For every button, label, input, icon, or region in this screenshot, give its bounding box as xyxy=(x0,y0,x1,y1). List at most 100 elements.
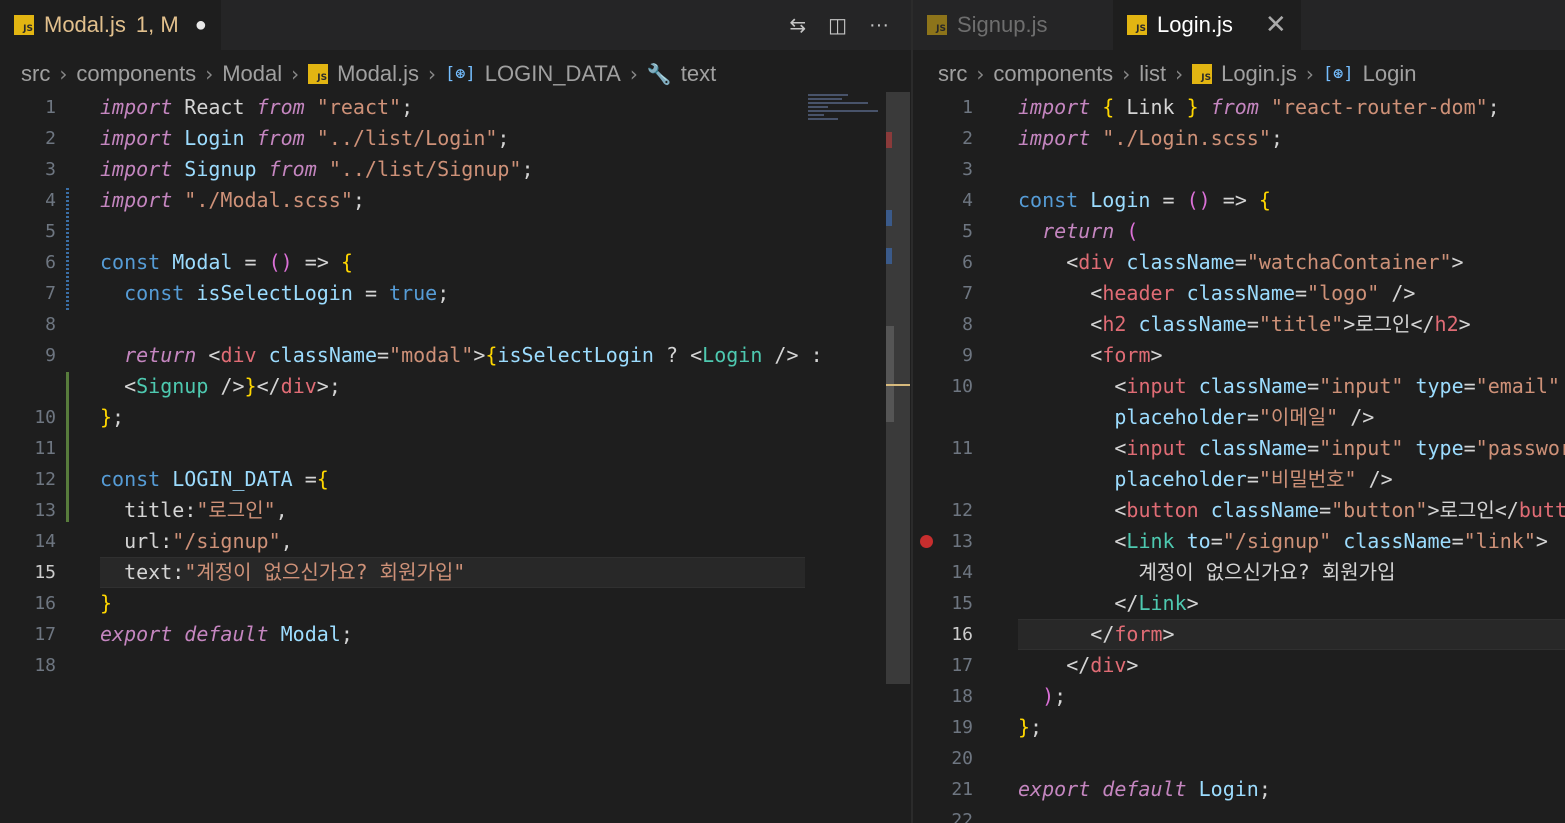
chevron-right-icon: › xyxy=(629,62,638,86)
code-line[interactable]: 18 xyxy=(0,650,911,681)
code-line[interactable]: 4 import "./Modal.scss"; xyxy=(0,185,911,216)
line-number: 6 xyxy=(962,252,973,273)
tab-modal-js[interactable]: JS Modal.js 1, M ● xyxy=(0,0,221,50)
line-number: 17 xyxy=(951,655,973,676)
line-number: 6 xyxy=(45,252,56,273)
line-number: 15 xyxy=(34,562,56,583)
breadcrumb: src › components › list › JS Login.js › … xyxy=(913,50,1565,98)
code-line[interactable]: 17 </div> xyxy=(913,650,1565,681)
chevron-right-icon: › xyxy=(976,62,985,86)
line-number: 19 xyxy=(951,717,973,738)
code-line[interactable]: 3 import Signup from "../list/Signup"; xyxy=(0,154,911,185)
code-line[interactable]: 8 xyxy=(0,309,911,340)
breadcrumb-item[interactable]: Modal.js xyxy=(337,61,419,87)
code-text: import React from "react"; xyxy=(100,95,414,119)
code-line[interactable]: 22 xyxy=(913,805,1565,823)
breadcrumb-item[interactable]: Login xyxy=(1363,61,1417,87)
code-line[interactable]: 11 <input className="input" type="passwo… xyxy=(913,433,1565,464)
tab-signup-js[interactable]: JS Signup.js xyxy=(913,0,1113,50)
more-actions-icon[interactable]: ··· xyxy=(869,14,889,37)
code-line[interactable]: 15 text:"계정이 없으신가요? 회원가입" xyxy=(0,557,911,588)
git-change-marker[interactable] xyxy=(66,188,69,250)
scrollbar[interactable] xyxy=(886,92,910,684)
code-line[interactable]: 20 xyxy=(913,743,1565,774)
scrollbar-change-marker xyxy=(886,210,892,226)
code-line[interactable]: 13 <Link to="/signup" className="link"> xyxy=(913,526,1565,557)
code-line[interactable]: 12 <button className="button">로그인</butto… xyxy=(913,495,1565,526)
code-line[interactable]: 19}; xyxy=(913,712,1565,743)
code-text: }; xyxy=(1018,715,1043,739)
git-change-marker[interactable] xyxy=(66,248,69,310)
code-editor[interactable]: 1 import { Link } from "react-router-dom"… xyxy=(913,92,1565,823)
code-text: } xyxy=(100,591,113,615)
code-text: <div className="watchaContainer"> xyxy=(1066,250,1464,274)
code-line[interactable]: 17 export default Modal; xyxy=(0,619,911,650)
code-text: 계정이 없으신가요? 회원가입 xyxy=(1138,560,1396,584)
code-text: const isSelectLogin = true; xyxy=(124,281,450,305)
code-line[interactable]: 9 return <div className="modal">{isSelec… xyxy=(0,340,911,371)
breadcrumb-item[interactable]: src xyxy=(938,61,967,87)
breadcrumb-item[interactable]: text xyxy=(681,61,716,87)
code-line[interactable]: 15 </Link> xyxy=(913,588,1565,619)
code-line[interactable]: 14 계정이 없으신가요? 회원가입 xyxy=(913,557,1565,588)
code-line[interactable]: 4 const Login = () => { xyxy=(913,185,1565,216)
breakpoint-icon[interactable] xyxy=(920,535,933,548)
breadcrumb-item[interactable]: list xyxy=(1139,61,1166,87)
code-line[interactable]: 5 xyxy=(0,216,911,247)
code-line[interactable]: 2 import Login from "../list/Login"; xyxy=(0,123,911,154)
code-line[interactable]: 16 </form> xyxy=(913,619,1565,650)
code-text: <Signup />}</div>; xyxy=(124,374,341,398)
code-line[interactable]: 10}; xyxy=(0,402,911,433)
code-text: <header className="logo" /> xyxy=(1090,281,1416,305)
javascript-file-icon: JS xyxy=(1192,64,1213,84)
breadcrumb-item[interactable]: src xyxy=(21,61,50,87)
code-line[interactable]: 18 ); xyxy=(913,681,1565,712)
code-line[interactable]: 6 <div className="watchaContainer"> xyxy=(913,247,1565,278)
line-number: 4 xyxy=(45,190,56,211)
split-editor-icon[interactable]: ◫ xyxy=(828,13,847,38)
scrollbar-thumb[interactable] xyxy=(886,326,894,422)
line-number: 18 xyxy=(34,655,56,676)
chevron-right-icon: › xyxy=(59,62,68,86)
code-text: text:"계정이 없으신가요? 회원가입" xyxy=(124,560,466,584)
code-line[interactable]: 9 <form> xyxy=(913,340,1565,371)
breadcrumb-item[interactable]: components xyxy=(76,61,196,87)
breadcrumb-item[interactable]: LOGIN_DATA xyxy=(485,61,621,87)
breadcrumb-item[interactable]: components xyxy=(993,61,1113,87)
line-number: 10 xyxy=(951,376,973,397)
unsaved-dot-icon[interactable]: ● xyxy=(195,14,207,37)
close-icon[interactable]: ✕ xyxy=(1265,10,1287,40)
code-line[interactable]: 16} xyxy=(0,588,911,619)
chevron-right-icon: › xyxy=(428,62,437,86)
right-tab-bar: JS Signup.js JS Login.js ✕ xyxy=(913,0,1565,50)
open-changes-icon[interactable]: ⇆ xyxy=(789,13,806,38)
code-line[interactable]: 21 export default Login; xyxy=(913,774,1565,805)
code-line[interactable]: 3 xyxy=(913,154,1565,185)
code-line[interactable]: 11 xyxy=(0,433,911,464)
code-line[interactable]: placeholder="이메일" /> xyxy=(913,402,1565,433)
code-line[interactable]: 8 <h2 className="title">로그인</h2> xyxy=(913,309,1565,340)
code-line[interactable]: 1 import { Link } from "react-router-dom"… xyxy=(913,92,1565,123)
code-line[interactable]: 7 <header className="logo" /> xyxy=(913,278,1565,309)
code-line[interactable]: <Signup />}</div>; xyxy=(0,371,911,402)
code-line[interactable]: placeholder="비밀번호" /> xyxy=(913,464,1565,495)
code-line[interactable]: 14 url:"/signup", xyxy=(0,526,911,557)
code-editor[interactable]: 1 import React from "react"; 2 import Login… xyxy=(0,92,911,823)
tab-label: Modal.js xyxy=(44,12,126,37)
minimap[interactable] xyxy=(808,94,886,134)
code-line[interactable]: 5 return ( xyxy=(913,216,1565,247)
code-line[interactable]: 12 const LOGIN_DATA ={ xyxy=(0,464,911,495)
code-line[interactable]: 10 <input className="input" type="email" xyxy=(913,371,1565,402)
code-text: <h2 className="title">로그인</h2> xyxy=(1090,312,1471,336)
code-line[interactable]: 7 const isSelectLogin = true; xyxy=(0,278,911,309)
breadcrumb-item[interactable]: Login.js xyxy=(1221,61,1297,87)
code-line[interactable]: 6 const Modal = () => { xyxy=(0,247,911,278)
git-change-marker[interactable] xyxy=(66,372,69,522)
code-line[interactable]: 2 import "./Login.scss"; xyxy=(913,123,1565,154)
tab-status: 1, M xyxy=(135,12,179,37)
code-line[interactable]: 13 title:"로그인", xyxy=(0,495,911,526)
breadcrumb-item[interactable]: Modal xyxy=(222,61,282,87)
code-text: const Login = () => { xyxy=(1018,188,1271,212)
tab-login-js[interactable]: JS Login.js ✕ xyxy=(1113,0,1301,50)
code-line[interactable]: 1 import React from "react"; xyxy=(0,92,911,123)
